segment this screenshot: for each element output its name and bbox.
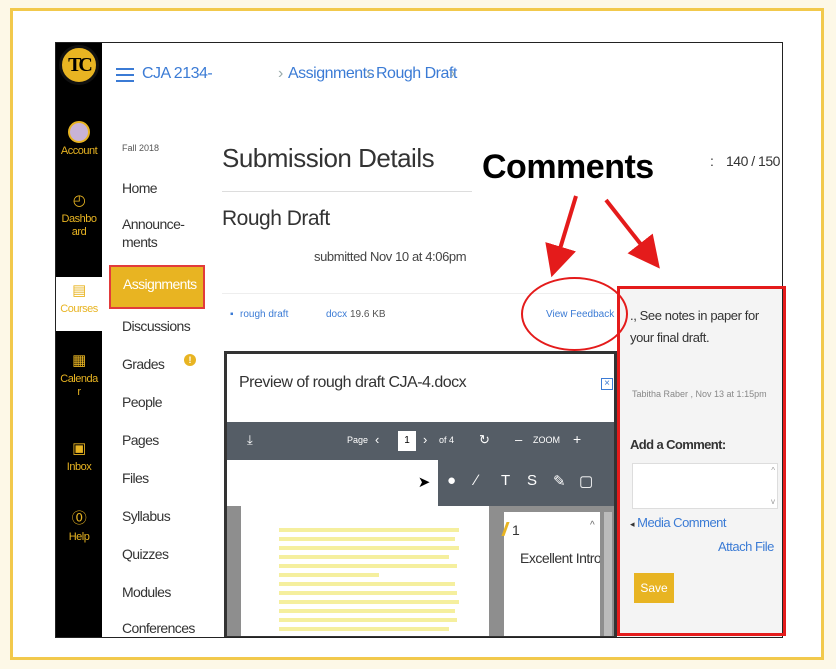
global-nav-inbox[interactable]: ▣ Inbox	[56, 439, 102, 474]
course-nav-files[interactable]: Files	[122, 469, 149, 487]
file-icon: ▪	[230, 309, 234, 320]
page-number-input[interactable]: 1	[398, 431, 416, 451]
prev-page-icon[interactable]: ‹	[375, 432, 379, 447]
divider	[222, 191, 472, 192]
global-nav-calendar[interactable]: ▦ Calenda r	[56, 351, 102, 399]
help-icon: ⓪	[71, 510, 87, 527]
page-label: Page	[347, 435, 369, 445]
close-icon[interactable]: ×	[601, 378, 613, 390]
breadcrumb-course[interactable]: CJA 2134-	[142, 65, 213, 83]
avatar	[68, 121, 90, 143]
course-term: Fall 2018	[122, 143, 160, 153]
point-icon[interactable]: ●	[447, 472, 456, 489]
highlight-ellipse	[521, 277, 628, 351]
course-nav-grades[interactable]: Grades	[122, 355, 165, 373]
chevron-up-icon[interactable]: ^	[590, 520, 595, 531]
course-nav-home[interactable]: Home	[122, 179, 158, 197]
course-nav-quizzes[interactable]: Quizzes	[122, 545, 169, 563]
file-link[interactable]: rough draft	[240, 309, 288, 320]
score-colon: :	[710, 153, 714, 169]
zoom-out-icon[interactable]: –	[515, 432, 522, 447]
course-nav-modules[interactable]: Modules	[122, 583, 171, 601]
breadcrumb-sep: ›	[278, 65, 283, 82]
document-preview: Preview of rough draft CJA-4.docx × ⤓ Pa…	[224, 351, 617, 637]
document-page	[241, 506, 489, 636]
next-page-icon[interactable]: ›	[423, 432, 427, 447]
page-title: Submission Details	[222, 143, 435, 173]
document-view: 1 ^ Excellent Intro	[227, 506, 614, 636]
highlight-box	[617, 286, 786, 636]
global-nav-help[interactable]: ⓪ Help	[56, 509, 102, 544]
grades-badge: !	[184, 354, 196, 366]
inbox-icon: ▣	[72, 440, 86, 457]
course-nav-syllabus[interactable]: Syllabus	[122, 507, 171, 525]
pointer-icon[interactable]: ➤	[410, 460, 438, 506]
book-icon: ▤	[72, 282, 86, 299]
download-icon[interactable]: ⤓	[247, 432, 253, 448]
zoom-in-icon[interactable]: +	[573, 431, 581, 447]
text-icon[interactable]: T	[501, 472, 510, 489]
rotate-icon[interactable]: ↻	[479, 432, 490, 448]
annotation-card[interactable]: 1 ^ Excellent Intro	[501, 512, 600, 636]
annotation-number: 1	[512, 522, 520, 538]
pencil-icon	[501, 522, 510, 536]
global-nav-account[interactable]: Account	[56, 121, 102, 158]
course-nav-announcements[interactable]: Announce- ments	[122, 215, 185, 251]
annotation-text: Excellent Intro	[520, 550, 600, 566]
annotation-toolbar-blank	[227, 460, 410, 506]
dashboard-icon: ◴	[72, 192, 86, 209]
preview-toolbar: ⤓ Page ‹ 1 › of 4 ↻ – ZOOM +	[227, 422, 614, 460]
scrollbar[interactable]	[604, 512, 612, 636]
area-icon[interactable]: ▢	[579, 472, 593, 490]
hamburger-menu-icon[interactable]	[116, 68, 134, 82]
zoom-label: ZOOM	[533, 435, 560, 445]
breadcrumb-sep: ›	[366, 65, 371, 82]
breadcrumb-rough-draft[interactable]: Rough Draft	[376, 65, 457, 83]
breadcrumb-assignments[interactable]: Assignments	[288, 65, 375, 83]
file-size: 19.6 KB	[350, 309, 386, 320]
page-count: of 4	[439, 435, 455, 445]
global-nav-courses[interactable]: ▤ Courses	[56, 277, 102, 331]
course-nav-people[interactable]: People	[122, 393, 163, 411]
college-logo[interactable]: TC	[59, 45, 99, 85]
highlight-icon[interactable]: ∕	[475, 472, 478, 489]
assignment-name: Rough Draft	[222, 207, 330, 230]
score-value: 140 / 150	[726, 153, 780, 169]
course-nav-conferences[interactable]: Conferences	[122, 619, 195, 637]
course-nav-assignments[interactable]: Assignments	[109, 265, 205, 309]
strikeout-icon[interactable]: S	[527, 472, 537, 489]
submitted-time: submitted Nov 10 at 4:06pm	[314, 249, 467, 264]
preview-title: Preview of rough draft CJA-4.docx	[239, 374, 467, 391]
global-nav-dashboard[interactable]: ◴ Dashbo ard	[56, 191, 102, 239]
file-extension[interactable]: docx	[326, 309, 347, 320]
course-nav-discussions[interactable]: Discussions	[122, 317, 191, 335]
draw-icon[interactable]: ✎	[553, 472, 566, 490]
global-nav: TC Account ◴ Dashbo ard ▤ Courses ▦ Cale…	[56, 43, 102, 637]
calendar-icon: ▦	[72, 352, 86, 369]
course-nav-pages[interactable]: Pages	[122, 431, 159, 449]
annotation-label: Comments	[482, 148, 654, 186]
breadcrumb-sep: ›	[450, 65, 455, 82]
